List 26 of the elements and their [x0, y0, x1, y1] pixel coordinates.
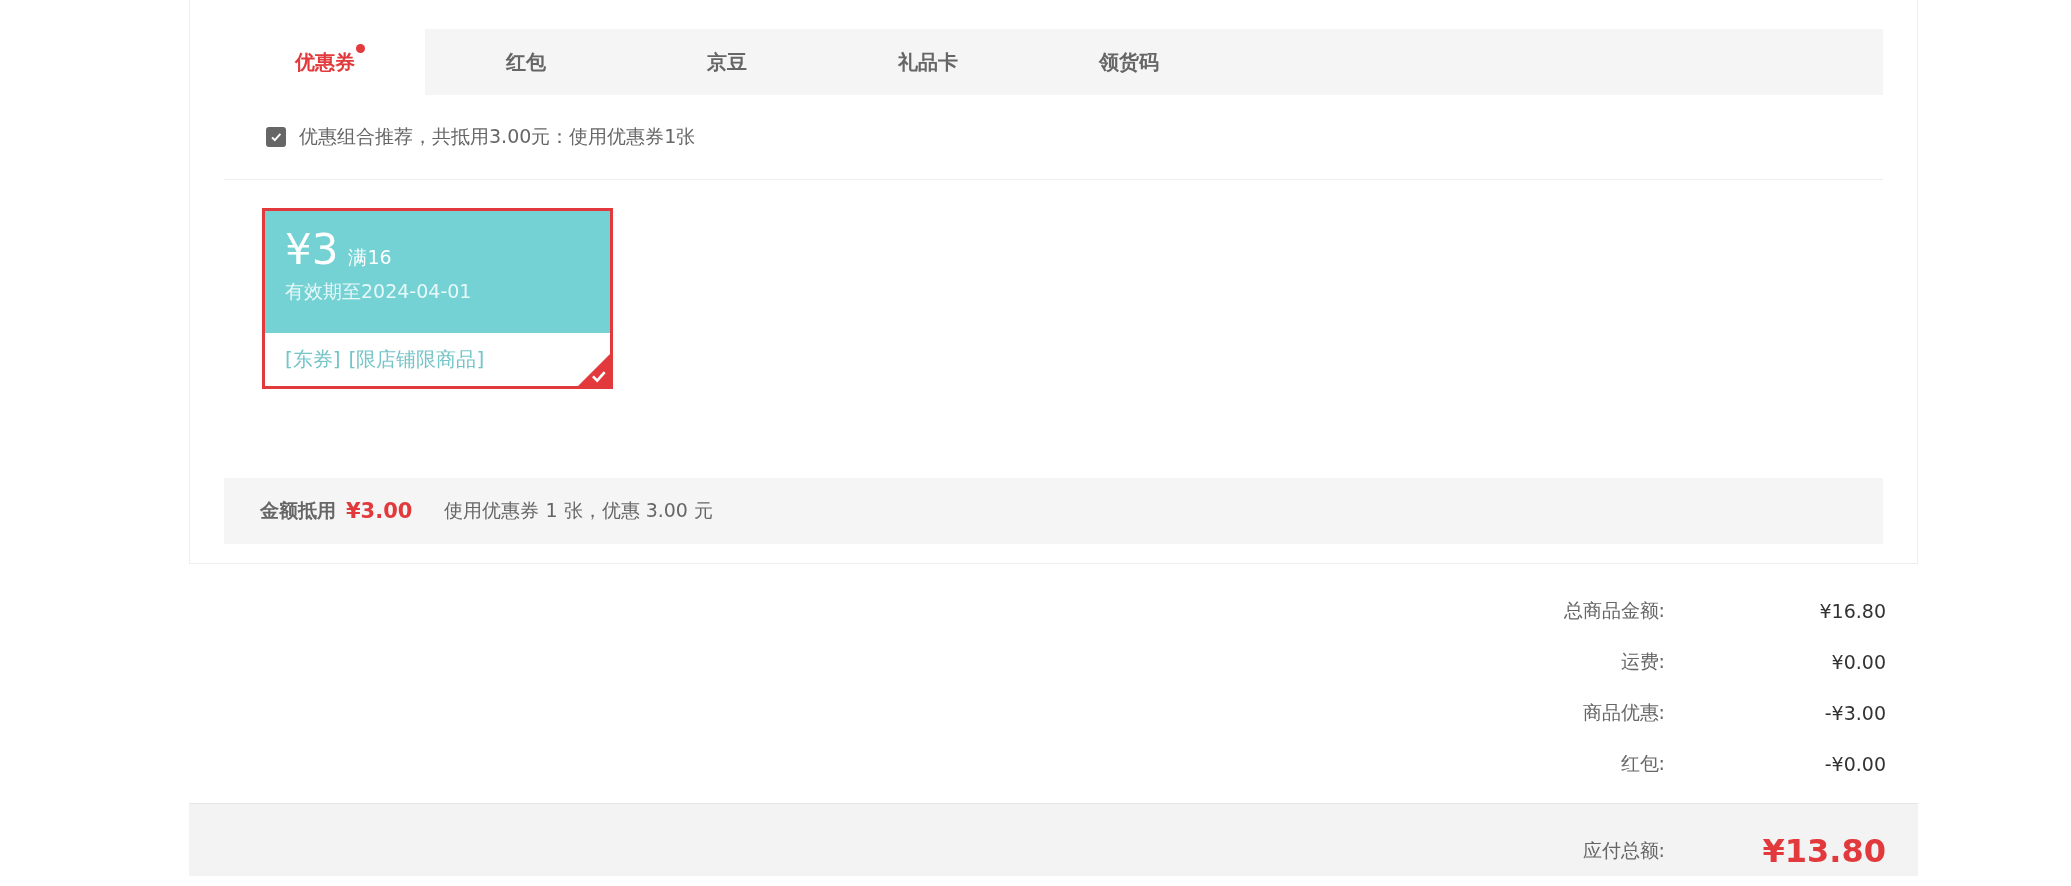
- summary-value: ¥16.80: [1818, 600, 1886, 622]
- tab[interactable]: 领货码: [1028, 29, 1229, 95]
- recommend-label: 优惠组合推荐，共抵用3.00元：使用优惠券1张: [299, 124, 696, 149]
- grand-total-value: ¥13.80: [1761, 832, 1886, 870]
- summary-value: ¥0.00: [1830, 651, 1886, 673]
- summary-value: -¥0.00: [1823, 753, 1886, 775]
- deduction-note: 使用优惠券 1 张，优惠 3.00 元: [444, 498, 713, 523]
- summary-label: 商品优惠:: [1581, 700, 1665, 725]
- summary-value: -¥3.00: [1823, 702, 1886, 724]
- coupon-condition: 满16: [348, 245, 392, 270]
- summary-label: 运费:: [1619, 649, 1665, 674]
- summary-label: 总商品金额:: [1562, 598, 1665, 623]
- coupon-amount: ¥3: [285, 225, 339, 275]
- coupon-tag: [限店铺限商品]: [348, 346, 485, 373]
- tab[interactable]: 红包: [425, 29, 626, 95]
- summary-label: 红包:: [1619, 751, 1665, 776]
- checkbox[interactable]: [266, 127, 286, 147]
- tab[interactable]: 京豆: [626, 29, 827, 95]
- deduction-amount: ¥3.00: [346, 499, 413, 523]
- coupon-tag: [东券]: [285, 346, 341, 373]
- tab[interactable]: 优惠券: [224, 29, 425, 95]
- tab[interactable]: 礼品卡: [827, 29, 1028, 95]
- grand-total-label: 应付总额:: [1581, 838, 1665, 863]
- deduction-label: 金额抵用: [260, 498, 336, 523]
- coupon-validity: 有效期至2024-04-01: [285, 279, 473, 304]
- selected-check-icon: [578, 354, 610, 386]
